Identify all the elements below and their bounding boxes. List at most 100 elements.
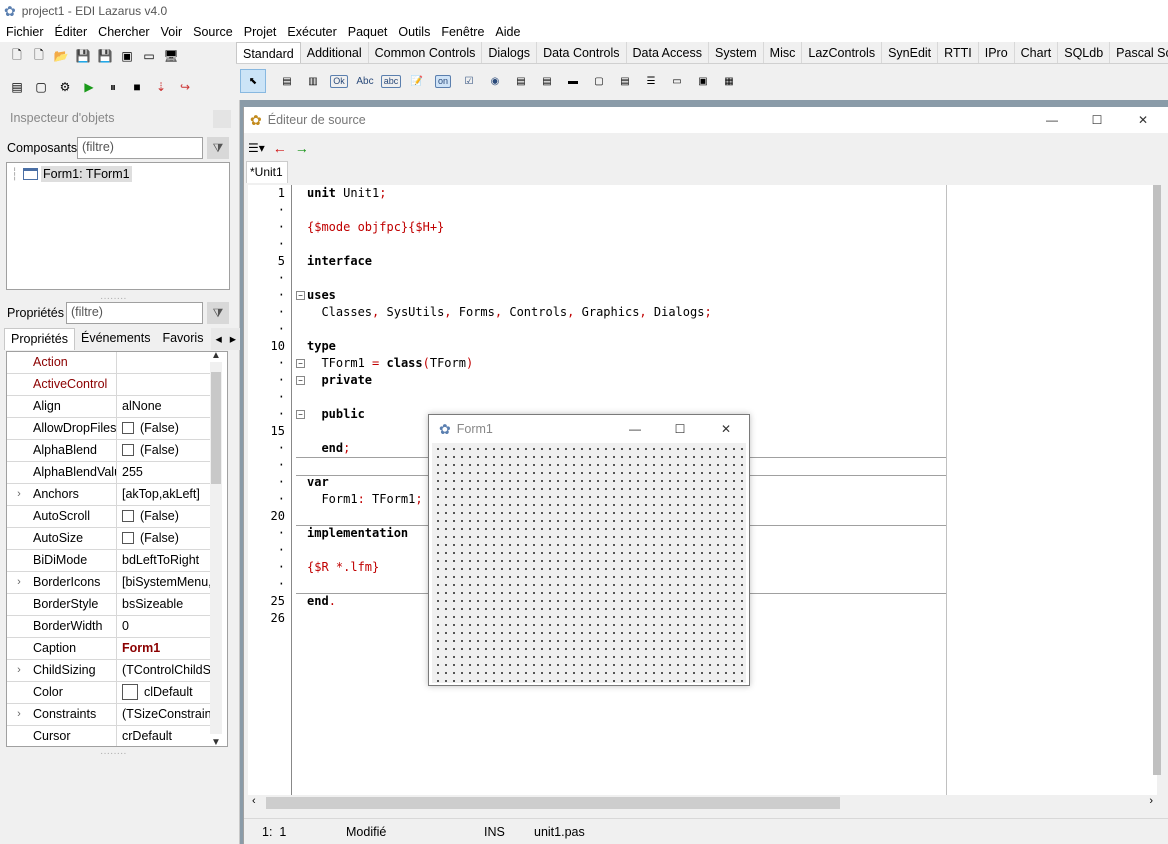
menu-item-8[interactable]: Outils [394, 25, 434, 39]
label-icon[interactable]: Abc [352, 69, 378, 93]
minimize-button[interactable]: — [1029, 109, 1075, 131]
tab-properties[interactable]: Propriétés [4, 328, 75, 350]
frame-icon[interactable]: ▣ [690, 69, 716, 93]
checkbox[interactable] [122, 444, 134, 456]
expand-chevron-icon[interactable]: › [7, 572, 31, 593]
palette-tab-13[interactable]: SQLdb [1058, 42, 1111, 63]
tab-scroll-right-icon[interactable]: ▸ [225, 328, 241, 350]
menu-item-9[interactable]: Fenêtre [437, 25, 488, 39]
step-into-icon[interactable]: ⇣ [152, 78, 170, 96]
property-row[interactable]: ›Constraints (TSizeConstraints) [7, 704, 213, 726]
expand-chevron-icon[interactable]: › [7, 484, 31, 505]
compile-icon[interactable]: ⚙ [56, 78, 74, 96]
stop-icon[interactable]: ■ [128, 78, 146, 96]
property-value[interactable] [117, 374, 213, 395]
fold-icon[interactable]: − [296, 410, 305, 419]
palette-tab-0[interactable]: Standard [236, 42, 301, 63]
property-value[interactable]: bdLeftToRight [117, 550, 213, 571]
scrollbar-icon[interactable]: ▬ [560, 69, 586, 93]
form1-designer-window[interactable]: ✿ Form1 — ☐ ✕ [428, 414, 750, 686]
property-value[interactable]: bsSizeable [117, 594, 213, 615]
radiogroup-icon[interactable]: ▤ [612, 69, 638, 93]
fold-icon[interactable]: − [296, 291, 305, 300]
inspector-close-button[interactable] [213, 110, 231, 128]
property-row[interactable]: Cursor crDefault [7, 726, 213, 746]
palette-tab-4[interactable]: Data Controls [537, 42, 627, 63]
editor-hscroll[interactable]: ‹ › [248, 795, 1157, 811]
menu-item-5[interactable]: Projet [240, 25, 281, 39]
editor-menu-icon[interactable]: ☰▾ [248, 141, 265, 155]
property-row[interactable]: AutoSize (False) [7, 528, 213, 550]
form1-design-surface[interactable] [432, 443, 746, 683]
menu-item-1[interactable]: Éditer [51, 25, 92, 39]
view-units-icon[interactable]: ▤ [8, 78, 26, 96]
tree-item-form1[interactable]: ┆ Form1: TForm1 [11, 166, 132, 182]
property-row[interactable]: ActiveControl [7, 374, 213, 396]
mainmenu-icon[interactable]: ▤ [274, 69, 300, 93]
scroll-left-icon[interactable]: ‹ [252, 795, 256, 807]
palette-tab-10[interactable]: RTTI [938, 42, 979, 63]
palette-tab-1[interactable]: Additional [301, 42, 369, 63]
palette-tab-5[interactable]: Data Access [627, 42, 709, 63]
view-forms-icon[interactable]: ▢ [32, 78, 50, 96]
property-value[interactable] [117, 352, 213, 373]
combobox-icon[interactable]: ▤ [534, 69, 560, 93]
editor-vscroll-thumb[interactable] [1153, 185, 1161, 775]
close-button[interactable]: ✕ [1120, 109, 1166, 131]
forward-arrow-icon[interactable]: → [295, 140, 309, 156]
property-row[interactable]: Color clDefault [7, 682, 213, 704]
save-icon[interactable]: 💾 [74, 47, 92, 65]
menu-item-2[interactable]: Chercher [94, 25, 153, 39]
expand-chevron-icon[interactable]: › [7, 660, 31, 681]
property-row[interactable]: Align alNone [7, 396, 213, 418]
property-row[interactable]: AutoScroll (False) [7, 506, 213, 528]
button-icon[interactable]: Ok [326, 69, 352, 93]
checkgroup-icon[interactable]: ☰ [638, 69, 664, 93]
property-value[interactable]: [akTop,akLeft] [117, 484, 213, 505]
close-file-icon[interactable]: ▣ [118, 47, 136, 65]
listbox-icon[interactable]: ▤ [508, 69, 534, 93]
property-value[interactable]: [biSystemMenu,biMinimize] [117, 572, 213, 593]
palette-tab-3[interactable]: Dialogs [482, 42, 538, 63]
editor-hscroll-thumb[interactable] [266, 797, 840, 809]
palette-tab-12[interactable]: Chart [1015, 42, 1059, 63]
property-value[interactable]: Form1 [117, 638, 213, 659]
property-row[interactable]: AlphaBlendValue 255 [7, 462, 213, 484]
palette-tab-9[interactable]: SynEdit [882, 42, 939, 63]
view-toggle-icon[interactable]: ▭ [140, 47, 158, 65]
palette-tab-8[interactable]: LazControls [802, 42, 883, 63]
components-filter-input[interactable]: (filtre) [77, 137, 203, 159]
palette-tab-14[interactable]: Pascal Script [1110, 42, 1168, 63]
maximize-button[interactable]: ☐ [1074, 109, 1120, 131]
property-row[interactable]: BorderWidth 0 [7, 616, 213, 638]
togglebox-icon[interactable]: on [430, 69, 456, 93]
new-form-icon[interactable]: 🗋 [30, 47, 48, 65]
properties-filter-icon[interactable]: ⧩ [207, 302, 229, 324]
edit-icon[interactable]: abc [378, 69, 404, 93]
back-arrow-icon[interactable]: ← [273, 140, 287, 156]
properties-filter-input[interactable]: (filtre) [66, 302, 203, 324]
checkbox[interactable] [122, 532, 134, 544]
property-value[interactable]: crDefault [117, 726, 213, 746]
property-row[interactable]: AlphaBlend (False) [7, 440, 213, 462]
panel-icon[interactable]: ▭ [664, 69, 690, 93]
fold-icon[interactable]: − [296, 376, 305, 385]
tab-scroll-left-icon[interactable]: ◂ [211, 328, 226, 350]
palette-tab-7[interactable]: Misc [764, 42, 803, 63]
editor-vscroll[interactable] [1153, 185, 1161, 775]
checkbox[interactable] [122, 510, 134, 522]
property-row[interactable]: Caption Form1 [7, 638, 213, 660]
menu-item-6[interactable]: Exécuter [283, 25, 340, 39]
run-icon[interactable]: ▶ [80, 78, 98, 96]
selection-pointer-icon[interactable]: ⬉ [240, 69, 266, 93]
property-row[interactable]: BorderStyle bsSizeable [7, 594, 213, 616]
palette-tab-6[interactable]: System [709, 42, 764, 63]
property-row[interactable]: › Anchors [akTop,akLeft] [7, 484, 213, 506]
property-row[interactable]: ›ChildSizing (TControlChildSizing) [7, 660, 213, 682]
menu-item-0[interactable]: Fichier [2, 25, 48, 39]
property-value[interactable]: (False) [117, 418, 213, 439]
checkbox[interactable] [122, 422, 134, 434]
popupmenu-icon[interactable]: ▥ [300, 69, 326, 93]
build-mode-icon[interactable]: 🖥 [162, 47, 180, 65]
property-row[interactable]: BiDiMode bdLeftToRight [7, 550, 213, 572]
